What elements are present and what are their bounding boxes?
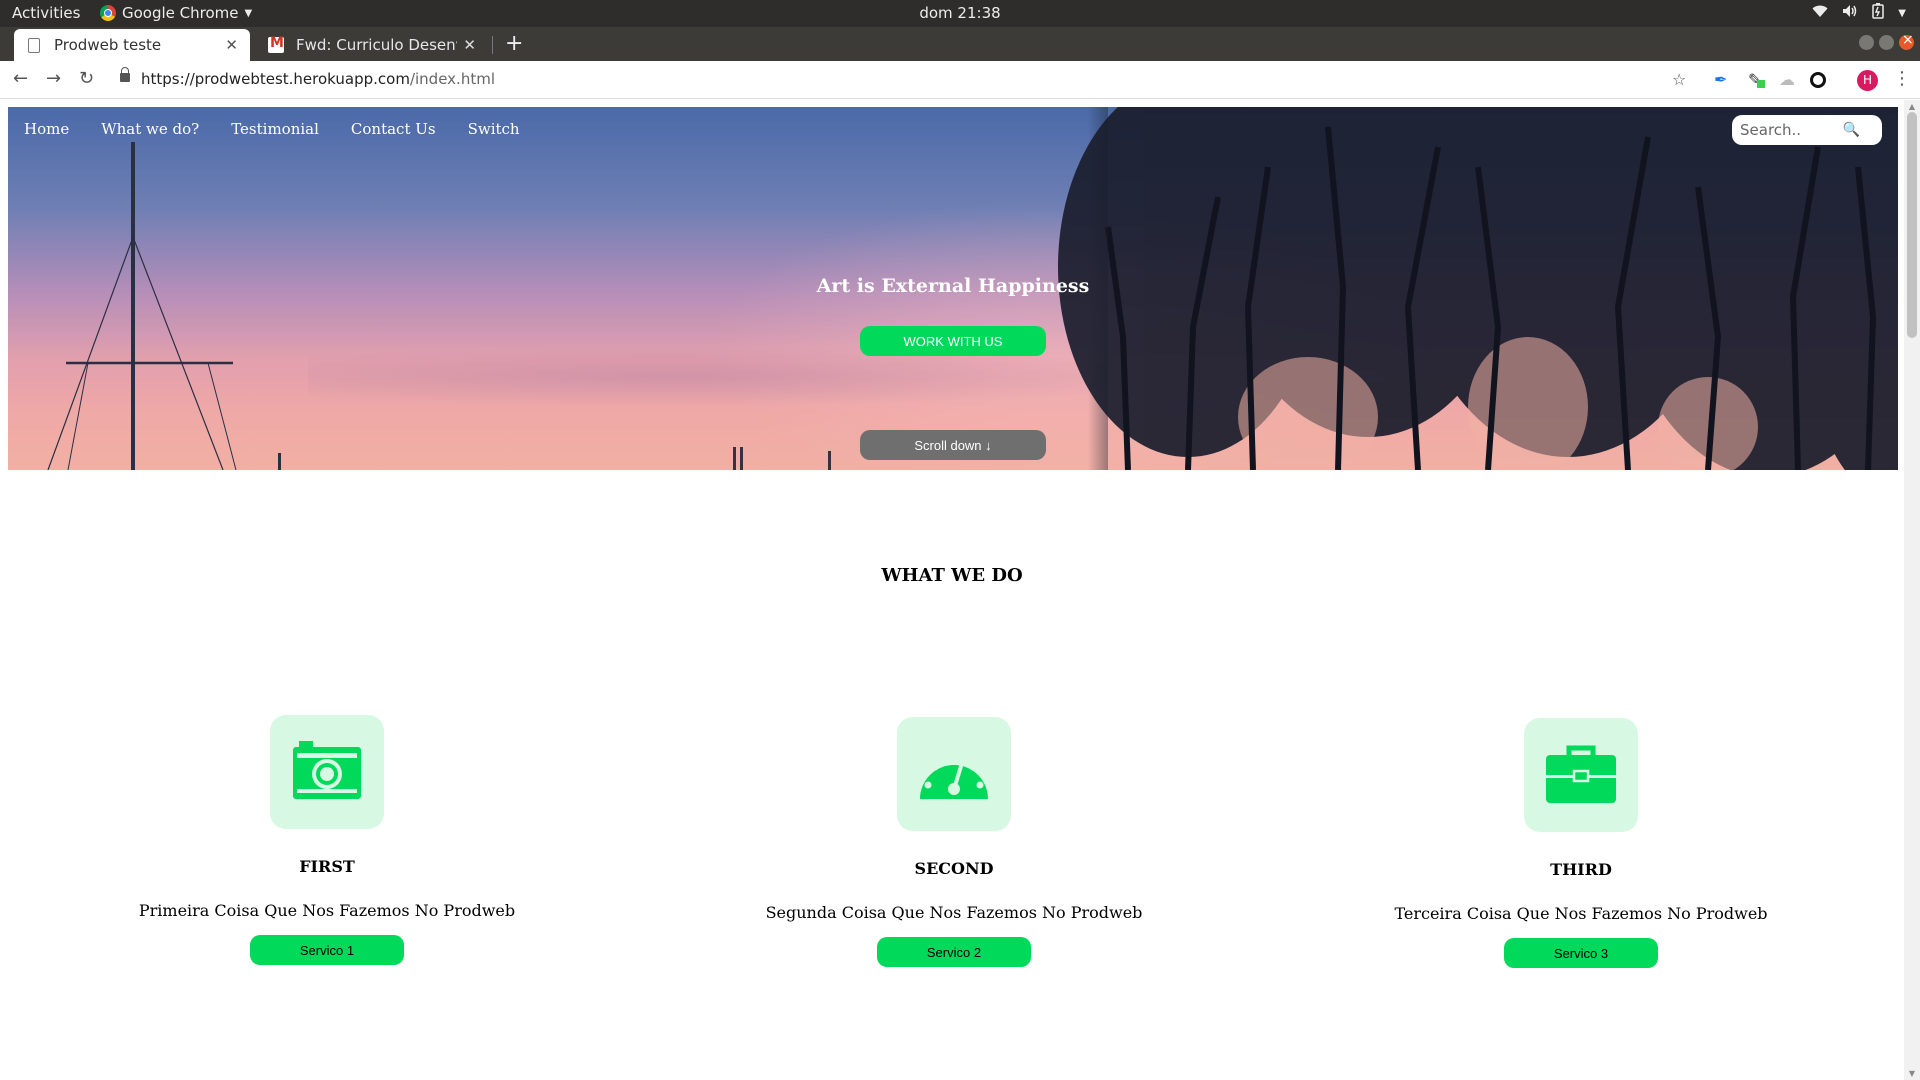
scroll-up-icon[interactable]: ▲ [1904, 102, 1920, 111]
app-menu-label: Google Chrome [122, 4, 239, 22]
tab-gmail[interactable]: Fwd: Curriculo Desenvolv ✕ [256, 29, 488, 61]
servico-2-button[interactable]: Servico 2 [877, 937, 1031, 967]
lock-icon[interactable] [120, 67, 130, 82]
url-host: https://prodwebtest.herokuapp.com [141, 70, 410, 88]
activities-button[interactable]: Activities [12, 4, 80, 22]
ring-extension-icon[interactable] [1810, 72, 1826, 88]
volume-icon [1842, 4, 1858, 22]
camera-icon [293, 741, 361, 799]
scroll-down-button[interactable]: Scroll down ↓ [860, 430, 1046, 460]
tab-title: Prodweb teste [54, 36, 162, 54]
system-tray[interactable]: ▼ [1812, 3, 1906, 23]
nav-testimonial[interactable]: Testimonial [231, 120, 319, 138]
service-card-second: SECOND Segunda Coisa Que Nos Fazemos No … [704, 717, 1204, 967]
close-window-button[interactable] [1899, 32, 1914, 50]
service-icon-box [897, 717, 1011, 831]
address-bar[interactable]: https://prodwebtest.herokuapp.com/index.… [141, 70, 495, 88]
scroll-down-icon[interactable]: ▼ [1904, 1069, 1920, 1078]
chrome-icon [100, 5, 116, 21]
briefcase-icon [1546, 745, 1616, 803]
battery-icon [1872, 3, 1885, 23]
service-heading: THIRD [1550, 860, 1612, 879]
service-text: Primeira Coisa Que Nos Fazemos No Prodwe… [138, 901, 516, 920]
service-icon-box [1524, 718, 1638, 832]
cloud-extension-icon[interactable]: ☁ [1779, 70, 1795, 89]
url-path: /index.html [409, 70, 495, 88]
nav-switch[interactable]: Switch [468, 120, 520, 138]
service-card-third: THIRD Terceira Coisa Que Nos Fazemos No … [1331, 718, 1831, 968]
quill-extension-icon[interactable]: ✒ [1714, 70, 1727, 89]
hero-title: Art is External Happiness [816, 275, 1090, 297]
page-viewport: Home What we do? Testimonial Contact Us … [0, 100, 1904, 1080]
service-text: Segunda Coisa Que Nos Fazemos No Prodweb [765, 903, 1143, 922]
reload-icon[interactable]: ↻ [79, 68, 94, 89]
servico-1-button[interactable]: Servico 1 [250, 935, 404, 965]
nav-home[interactable]: Home [24, 120, 69, 138]
new-tab-button[interactable]: + [505, 31, 523, 56]
profile-avatar[interactable]: H [1857, 70, 1878, 91]
service-text: Terceira Coisa Que Nos Fazemos No Prodwe… [1394, 904, 1768, 923]
forward-arrow-icon[interactable]: → [46, 68, 61, 89]
clock[interactable]: dom 21:38 [0, 4, 1920, 22]
hero-banner: Home What we do? Testimonial Contact Us … [8, 107, 1898, 470]
close-icon[interactable]: ✕ [463, 36, 476, 54]
wifi-icon [1812, 4, 1828, 22]
work-with-us-button[interactable]: WORK WITH US [860, 326, 1046, 356]
servico-3-button[interactable]: Servico 3 [1504, 938, 1658, 968]
service-card-first: FIRST Primeira Coisa Que Nos Fazemos No … [77, 715, 577, 965]
service-heading: SECOND [914, 859, 994, 878]
tab-strip: Prodweb teste ✕ Fwd: Curriculo Desenvolv… [0, 27, 1920, 61]
caret-down-icon: ▼ [244, 7, 253, 19]
tab-prodweb[interactable]: Prodweb teste ✕ [14, 29, 250, 61]
scrollbar-thumb[interactable] [1907, 112, 1917, 338]
minimize-button[interactable] [1859, 35, 1874, 50]
os-top-bar: Activities Google Chrome ▼ dom 21:38 ▼ [0, 0, 1920, 27]
tab-title: Fwd: Curriculo Desenvolv [296, 36, 457, 54]
bookmark-star-icon[interactable]: ☆ [1672, 70, 1686, 89]
tab-divider [492, 36, 493, 54]
pen-extension-icon[interactable]: ✎ [1748, 70, 1766, 89]
section-title: WHAT WE DO [881, 565, 1023, 586]
nav-contact-us[interactable]: Contact Us [351, 120, 436, 138]
gmail-icon [268, 35, 284, 53]
maximize-button[interactable] [1879, 35, 1894, 50]
back-arrow-icon[interactable]: ← [13, 68, 28, 89]
site-search: 🔍 [1732, 115, 1882, 145]
search-input[interactable] [1740, 121, 1840, 139]
search-icon[interactable]: 🔍 [1843, 122, 1860, 138]
browser-toolbar: ← → ↻ https://prodwebtest.herokuapp.com/… [0, 61, 1920, 99]
speedometer-icon [920, 753, 988, 799]
service-icon-box [270, 715, 384, 829]
page-scrollbar[interactable]: ▲ ▼ [1904, 100, 1920, 1080]
power-menu-caret-icon: ▼ [1898, 7, 1906, 19]
service-heading: FIRST [299, 857, 355, 876]
nav-what-we-do[interactable]: What we do? [101, 120, 199, 138]
close-icon[interactable]: ✕ [225, 36, 238, 54]
document-icon [28, 37, 40, 53]
site-nav: Home What we do? Testimonial Contact Us … [8, 107, 1898, 151]
menu-dots-icon[interactable]: ⋮ [1893, 68, 1911, 89]
window-controls [1859, 32, 1914, 50]
app-menu[interactable]: Google Chrome ▼ [100, 4, 252, 22]
